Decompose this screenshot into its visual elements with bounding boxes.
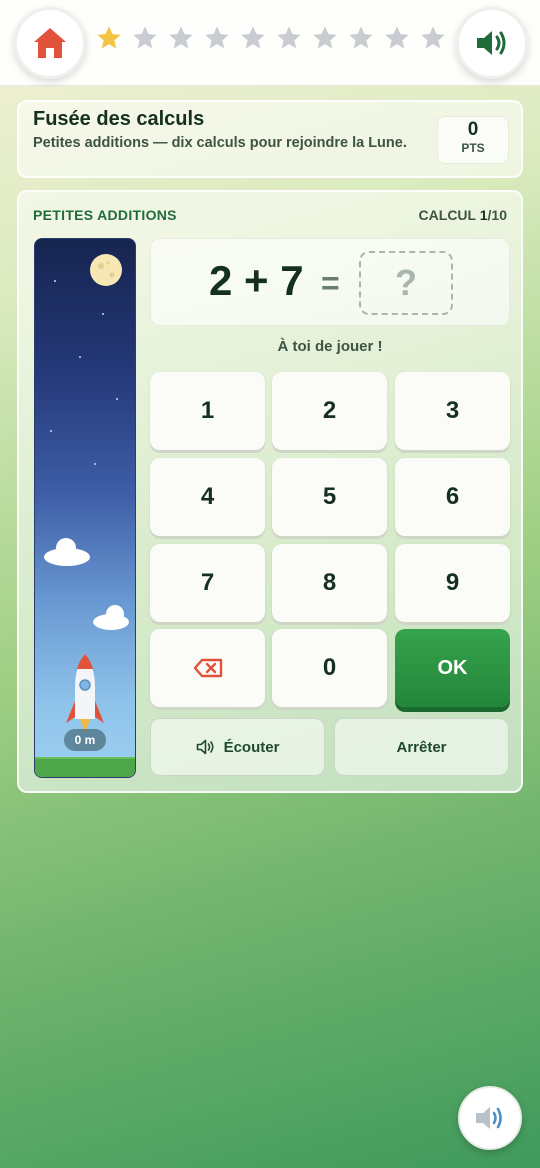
sound-toggle-button[interactable] — [456, 7, 528, 79]
key-8[interactable]: 8 — [272, 544, 387, 622]
turn-prompt: À toi de jouer ! — [277, 338, 383, 355]
home-button[interactable] — [14, 7, 86, 79]
key-2[interactable]: 2 — [272, 372, 387, 450]
star-icon — [349, 26, 373, 49]
altitude-badge: 0 m — [64, 729, 106, 751]
rocket-icon — [66, 654, 104, 733]
ok-button[interactable]: OK — [395, 629, 510, 707]
listen-button[interactable]: Écouter — [150, 718, 325, 776]
audio-fab-button[interactable] — [458, 1086, 522, 1150]
game-card: PETITES ADDITIONS CALCUL 1/10 0 m 2 + 7 … — [17, 190, 523, 793]
score-unit: PTS — [461, 141, 485, 155]
equals-sign: = — [321, 265, 340, 301]
star-icon — [133, 26, 157, 49]
key-1[interactable]: 1 — [150, 372, 265, 450]
key-9[interactable]: 9 — [395, 544, 510, 622]
speaker-icon — [476, 1107, 502, 1129]
progress-total: /10 — [487, 207, 507, 223]
star-icon — [277, 26, 301, 49]
speaker-icon — [196, 739, 214, 755]
score-box: 0 PTS — [437, 116, 509, 164]
key-7[interactable]: 7 — [150, 544, 265, 622]
moon-icon — [90, 254, 122, 286]
star-icon — [97, 26, 121, 49]
cloud-icon — [93, 605, 129, 630]
star-icon — [205, 26, 229, 49]
rocket-track: 0 m — [34, 238, 136, 778]
question-progress: CALCUL 1/10 — [419, 207, 507, 223]
equation-panel: 2 + 7 = ? — [150, 238, 510, 326]
home-icon — [34, 28, 66, 58]
score-value: 0 — [467, 119, 479, 140]
stop-button[interactable]: Arrêter — [334, 718, 509, 776]
top-bar — [0, 0, 540, 86]
progress-prefix: CALCUL — [418, 207, 480, 223]
ground — [35, 757, 135, 777]
key-4[interactable]: 4 — [150, 458, 265, 536]
game-title: Fusée des calculs — [33, 108, 205, 130]
level-label: PETITES ADDITIONS — [33, 207, 177, 223]
game-info-card: Fusée des calculs Petites additions — di… — [17, 100, 523, 178]
star-icon — [421, 26, 445, 49]
answer-field[interactable]: ? — [359, 251, 453, 315]
star-icon — [385, 26, 409, 49]
game-subtitle: Petites additions — dix calculs pour rej… — [33, 135, 407, 151]
star-icon — [313, 26, 337, 49]
speaker-icon — [477, 31, 506, 55]
star-progress — [95, 24, 447, 52]
cloud-icon — [44, 538, 90, 566]
stop-label: Arrêter — [396, 738, 447, 756]
key-6[interactable]: 6 — [395, 458, 510, 536]
star-icon — [169, 26, 193, 49]
backspace-key[interactable] — [150, 629, 265, 707]
key-5[interactable]: 5 — [272, 458, 387, 536]
equation-expression: 2 + 7 — [209, 257, 304, 304]
progress-current: 1 — [479, 207, 488, 223]
key-0[interactable]: 0 — [272, 629, 387, 707]
sky-scene — [44, 254, 129, 733]
backspace-icon — [193, 658, 222, 678]
key-3[interactable]: 3 — [395, 372, 510, 450]
listen-label: Écouter — [223, 738, 280, 756]
star-icon — [241, 26, 265, 49]
